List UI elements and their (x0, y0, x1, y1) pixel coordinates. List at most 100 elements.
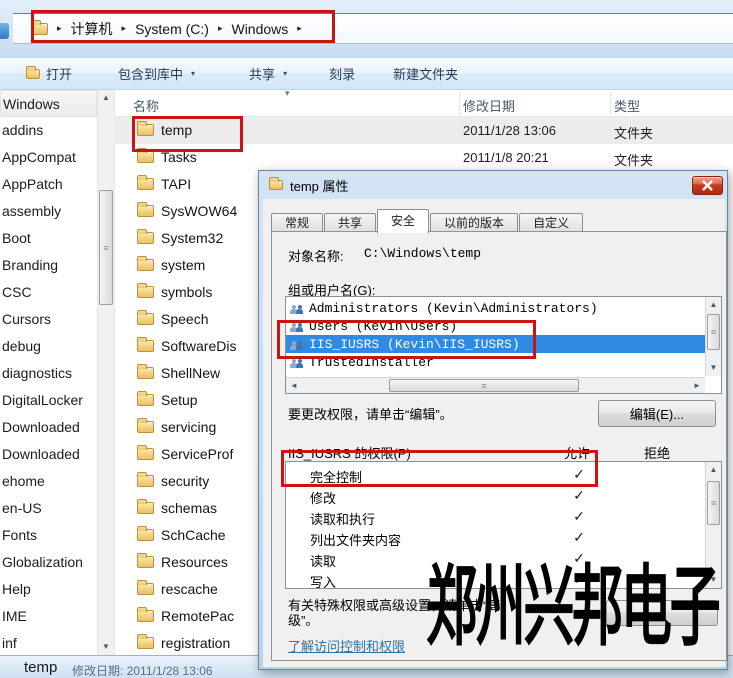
sidebar-item[interactable]: assembly (0, 198, 97, 225)
back-button-fragment[interactable] (0, 23, 9, 39)
scroll-down-icon[interactable]: ▼ (706, 572, 721, 588)
advanced-button[interactable] (606, 600, 718, 626)
file-name: Speech (161, 311, 208, 327)
permissions-label: IIS_IUSRS 的权限(P) (288, 443, 411, 462)
file-row[interactable]: Tasks 2011/1/8 20:21 文件夹 (115, 144, 733, 171)
advanced-hint-line2: 级”。 (288, 613, 500, 628)
share-label: 共享 (249, 64, 275, 83)
scrollbar-thumb[interactable]: ≡ (707, 314, 720, 350)
group-row-trustedinstaller[interactable]: TrustedInstaller (286, 353, 721, 371)
breadcrumb-item-windows[interactable]: Windows (231, 21, 288, 37)
chevron-right-icon[interactable]: ▸ (297, 23, 302, 34)
sidebar-item[interactable]: en-US (0, 495, 97, 522)
group-row-users[interactable]: Users (Kevin\Users) (286, 317, 721, 335)
sidebar-item[interactable]: Cursors (0, 306, 97, 333)
sidebar-item[interactable]: diagnostics (0, 360, 97, 387)
scroll-up-icon[interactable]: ▲ (706, 297, 721, 313)
edit-button[interactable]: 编辑(E)... (598, 400, 716, 427)
column-divider[interactable] (459, 92, 460, 115)
burn-button[interactable]: 刻录 (315, 62, 369, 86)
group-list-hscrollbar[interactable]: ◄ ≡ ► (286, 377, 705, 393)
dialog-title: temp 属性 (290, 176, 349, 195)
sidebar-item[interactable]: IME (0, 603, 97, 630)
column-header-type[interactable]: 类型 (614, 96, 640, 115)
sidebar-item[interactable]: Downloaded (0, 414, 97, 441)
permissions-list: 完全控制 ✓ 修改 ✓ 读取和执行 ✓ (285, 461, 722, 589)
scroll-down-icon[interactable]: ▼ (98, 639, 114, 655)
column-header-name[interactable]: 名称 (133, 96, 159, 115)
scroll-up-icon[interactable]: ▲ (706, 462, 721, 478)
sidebar-item[interactable]: AppCompat (0, 144, 97, 171)
include-in-library-button[interactable]: 包含到库中 ▾ (104, 62, 209, 86)
sidebar-item-windows[interactable]: Windows (0, 90, 97, 117)
deny-column-header: 拒绝 (644, 443, 670, 462)
folder-icon (31, 23, 48, 35)
sidebar-item[interactable]: addins (0, 117, 97, 144)
tab-general[interactable]: 常规 (271, 213, 323, 233)
sidebar-item[interactable]: Fonts (0, 522, 97, 549)
column-header-date[interactable]: 修改日期 (463, 96, 515, 115)
chevron-right-icon[interactable]: ▸ (218, 23, 223, 34)
sidebar-scrollbar[interactable]: ▲ ≡ ▼ (97, 90, 114, 655)
permissions-scrollbar[interactable]: ▲ ≡ ▼ (705, 462, 721, 588)
chevron-right-icon[interactable]: ▸ (122, 23, 127, 34)
sidebar-item[interactable]: AppPatch (0, 171, 97, 198)
sidebar-item[interactable]: Branding (0, 252, 97, 279)
object-name-label: 对象名称: (288, 246, 344, 265)
column-divider[interactable] (610, 92, 611, 115)
tab-sharing[interactable]: 共享 (324, 213, 376, 233)
sidebar-item[interactable]: CSC (0, 279, 97, 306)
sidebar-item[interactable]: DigitalLocker (0, 387, 97, 414)
scrollbar-thumb[interactable]: ≡ (389, 379, 579, 392)
sidebar-item[interactable]: Downloaded (0, 441, 97, 468)
edit-button-label: 编辑(E)... (630, 404, 684, 423)
sidebar-item[interactable]: ehome (0, 468, 97, 495)
breadcrumb-item-drive[interactable]: System (C:) (135, 21, 209, 37)
open-button[interactable]: 打开 (12, 62, 86, 86)
sidebar-item[interactable]: Help (0, 576, 97, 603)
folder-icon (137, 286, 154, 298)
tab-customize[interactable]: 自定义 (519, 213, 583, 233)
scroll-right-icon[interactable]: ► (689, 378, 705, 394)
tab-security[interactable]: 安全 (377, 209, 429, 233)
dialog-title-bar[interactable]: temp 属性 (259, 171, 727, 199)
file-name: rescache (161, 581, 218, 597)
grip-icon: ≡ (103, 243, 108, 253)
folder-icon (137, 475, 154, 487)
folder-icon (137, 529, 154, 541)
scroll-up-icon[interactable]: ▲ (98, 90, 114, 106)
file-row-temp[interactable]: temp 2011/1/28 13:06 文件夹 (115, 117, 733, 144)
folder-icon (137, 502, 154, 514)
users-icon (290, 320, 304, 332)
scrollbar-thumb[interactable]: ≡ (99, 190, 113, 305)
permission-name: 读取 (310, 551, 336, 570)
group-row-iis-iusrs[interactable]: IIS_IUSRS (Kevin\IIS_IUSRS) (286, 335, 705, 353)
address-bar[interactable]: ▸ 计算机 ▸ System (C:) ▸ Windows ▸ (13, 13, 733, 44)
sidebar-item[interactable]: debug (0, 333, 97, 360)
group-row-administrators[interactable]: Administrators (Kevin\Administrators) (286, 299, 721, 317)
scroll-down-icon[interactable]: ▼ (706, 360, 721, 376)
share-button[interactable]: 共享 ▾ (235, 62, 301, 86)
scroll-left-icon[interactable]: ◄ (286, 378, 302, 394)
group-name: Administrators (Kevin\Administrators) (309, 301, 598, 316)
users-icon (290, 356, 304, 368)
chevron-down-icon: ▾ (191, 69, 195, 78)
breadcrumb-item-computer[interactable]: 计算机 (71, 19, 113, 39)
folder-icon (137, 259, 154, 271)
access-control-help-link[interactable]: 了解访问控制和权限 (288, 636, 405, 655)
scrollbar-thumb[interactable]: ≡ (707, 481, 720, 525)
close-button[interactable] (692, 176, 723, 195)
folder-icon (137, 610, 154, 622)
file-name: registration (161, 635, 230, 651)
sidebar-item[interactable]: inf (0, 630, 97, 655)
chevron-right-icon[interactable]: ▸ (57, 23, 62, 34)
status-file-name: temp (24, 659, 57, 676)
new-folder-button[interactable]: 新建文件夹 (379, 62, 472, 86)
file-name: symbols (161, 284, 212, 300)
folder-icon (137, 232, 154, 244)
file-name: TAPI (161, 176, 191, 192)
tab-previous-versions[interactable]: 以前的版本 (430, 213, 518, 233)
group-list-scrollbar[interactable]: ▲ ≡ ▼ (705, 297, 721, 376)
sidebar-item[interactable]: Boot (0, 225, 97, 252)
sidebar-item[interactable]: Globalization (0, 549, 97, 576)
